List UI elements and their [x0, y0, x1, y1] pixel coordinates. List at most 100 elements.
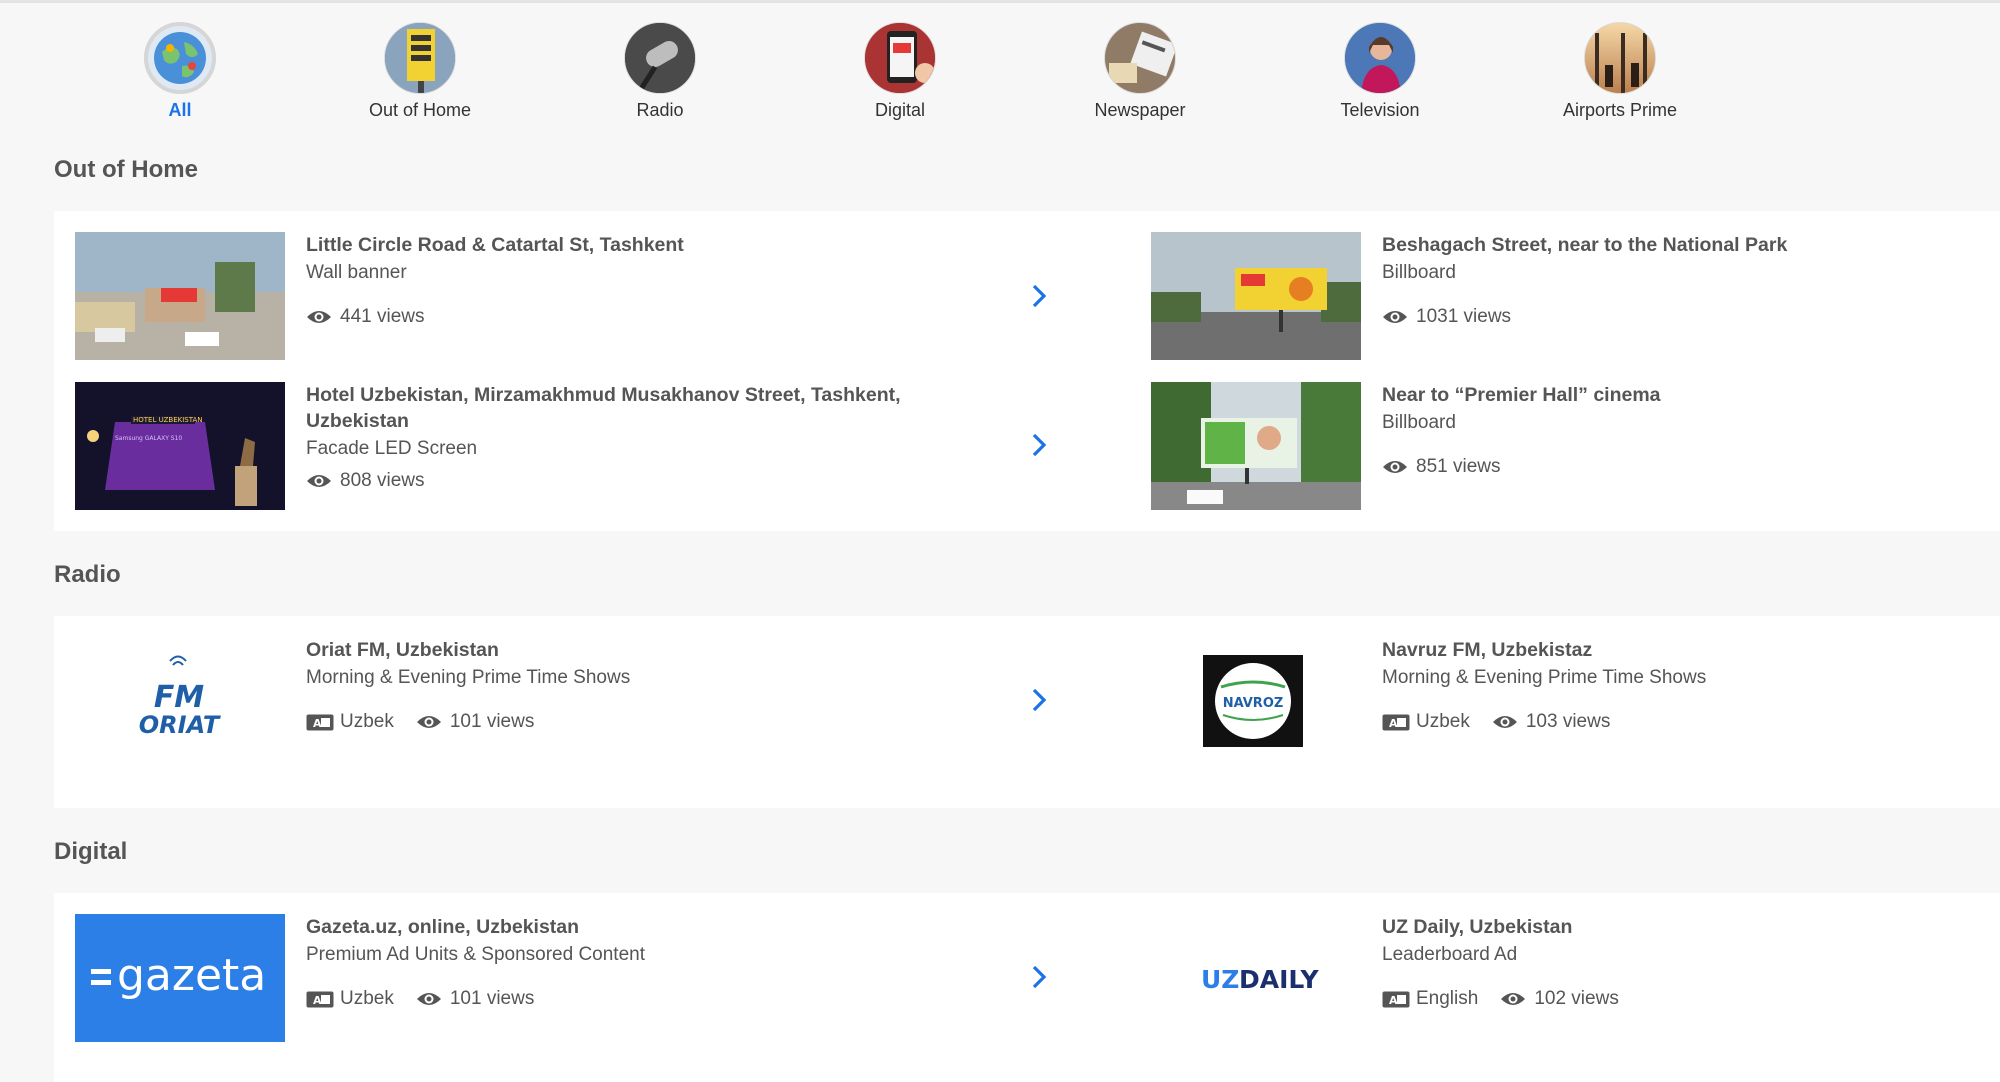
views-count: 101 views [416, 711, 535, 733]
language-icon: A [1382, 714, 1410, 730]
views-count: 103 views [1492, 711, 1611, 733]
listing-title-line2: Uzbekistan [306, 410, 409, 432]
hotel-sign-text: HOTEL UZBEKISTAN [133, 416, 202, 424]
listing-info: Oriat FM, Uzbekistan Morning & Evening P… [306, 637, 926, 733]
listing-info: Beshagach Street, near to the National P… [1382, 232, 2000, 328]
category-label: Airports Prime [1562, 100, 1678, 120]
listing-title[interactable]: Gazeta.uz, online, Uzbekistan [306, 914, 926, 940]
views-label: 101 views [449, 711, 535, 732]
listing-meta: A Uzbek 101 views [306, 711, 926, 733]
category-digital[interactable]: Digital [820, 22, 980, 122]
category-nav: All Out of Home Radio Digital Newspaper … [100, 22, 1700, 122]
section-title-digital: Digital [54, 838, 128, 865]
oriat-fm-logo: FM ORIAT [75, 637, 285, 765]
svg-text:A: A [313, 717, 322, 730]
svg-text:A: A [1389, 994, 1398, 1007]
listing-meta: 851 views [1382, 456, 2000, 478]
listing-title[interactable]: Navruz FM, Uzbekistaz [1382, 637, 2000, 663]
listing-info: Navruz FM, Uzbekistaz Morning & Evening … [1382, 637, 2000, 733]
logo-uz-text: UZ [1201, 965, 1239, 994]
svg-text:A: A [313, 994, 322, 1007]
screen-ad-text: Samsung GALAXY S10 [115, 435, 182, 442]
category-label: Newspaper [1094, 100, 1186, 120]
smartphone-photo [864, 22, 936, 94]
category-out-of-home[interactable]: Out of Home [340, 22, 500, 122]
views-count: 441 views [306, 306, 425, 328]
views-count: 808 views [306, 470, 425, 492]
language-badge: A English [1382, 988, 1478, 1010]
listing-type: Morning & Evening Prime Time Shows [306, 667, 631, 688]
listing-title[interactable]: Hotel Uzbekistan, Mirzamakhmud Musakhano… [306, 382, 926, 408]
section-title-radio: Radio [54, 561, 121, 588]
listing-meta: 808 views [306, 470, 926, 492]
views-count: 1031 views [1382, 306, 1511, 328]
chevron-right-icon[interactable] [1029, 687, 1049, 713]
listing-info: UZ Daily, Uzbekistan Leaderboard Ad A En… [1382, 914, 2000, 1010]
language-badge: A Uzbek [306, 711, 394, 733]
eye-icon [1383, 311, 1407, 323]
chevron-right-icon[interactable] [1029, 964, 1049, 990]
eye-icon [416, 716, 441, 728]
eye-icon [416, 993, 441, 1005]
listing-info: Near to “Premier Hall” cinema Billboard … [1382, 382, 2000, 478]
category-television[interactable]: Television [1300, 22, 1460, 122]
language-badge: A Uzbek [306, 988, 394, 1010]
category-label: Digital [874, 100, 926, 120]
digital-panel: gazeta Gazeta.uz, online, Uzbekistan Pre… [54, 893, 2000, 1082]
listing-title[interactable]: Little Circle Road & Catartal St, Tashke… [306, 232, 926, 258]
listing-title[interactable]: Oriat FM, Uzbekistan [306, 637, 926, 663]
section-title-out-of-home: Out of Home [54, 156, 198, 183]
globe-icon [144, 22, 216, 94]
language-label: English [1416, 988, 1479, 1009]
listing-meta: 1031 views [1382, 306, 2000, 328]
chevron-right-icon[interactable] [1029, 432, 1049, 458]
listing-title[interactable]: UZ Daily, Uzbekistan [1382, 914, 2000, 940]
language-icon: A [1382, 991, 1410, 1007]
logo-fm-text: FM [154, 680, 204, 715]
category-airports-prime[interactable]: Airports Prime [1540, 22, 1700, 122]
uz-daily-logo: UZ DAILY [1151, 914, 1361, 1042]
eye-icon [1383, 461, 1407, 473]
tv-presenter-photo [1344, 22, 1416, 94]
navruz-fm-logo: NAVROZ [1151, 637, 1361, 765]
views-label: 851 views [1416, 456, 1501, 477]
chevron-right-icon[interactable] [1029, 283, 1049, 309]
listing-title[interactable]: Beshagach Street, near to the National P… [1382, 232, 2000, 258]
views-label: 103 views [1525, 711, 1611, 732]
listing-meta: A Uzbek 103 views [1382, 711, 2000, 733]
views-count: 101 views [416, 988, 534, 1010]
views-label: 1031 views [1416, 306, 1512, 327]
newspaper-photo [1104, 22, 1176, 94]
svg-text:A: A [1389, 717, 1398, 730]
category-label: Television [1340, 100, 1420, 120]
eye-icon [307, 311, 331, 323]
listing-title[interactable]: Near to “Premier Hall” cinema [1382, 382, 2000, 408]
listing-photo: HOTEL UZBEKISTAN Samsung GALAXY S10 [75, 382, 285, 510]
category-label: All [168, 100, 192, 120]
category-radio[interactable]: Radio [580, 22, 740, 122]
listing-type: Billboard [1382, 262, 1456, 283]
category-newspaper[interactable]: Newspaper [1060, 22, 1220, 122]
language-label: Uzbek [340, 711, 394, 732]
listing-type: Billboard [1382, 412, 1456, 433]
category-label: Out of Home [368, 100, 472, 120]
category-all[interactable]: All [100, 22, 260, 122]
listing-meta: A English 102 views [1382, 988, 2000, 1010]
language-label: Uzbek [1416, 711, 1470, 732]
gazeta-logo: gazeta [75, 914, 285, 1042]
billboard-photo [384, 22, 456, 94]
views-count: 102 views [1500, 988, 1619, 1010]
views-label: 102 views [1534, 988, 1619, 1009]
category-label: Radio [636, 100, 684, 120]
logo-gazeta-text: gazeta [117, 950, 266, 1001]
listing-type: Morning & Evening Prime Time Shows [1382, 667, 1707, 688]
listing-info: Gazeta.uz, online, Uzbekistan Premium Ad… [306, 914, 926, 1010]
language-icon: A [306, 991, 334, 1007]
language-badge: A Uzbek [1382, 711, 1470, 733]
views-count: 851 views [1382, 456, 1501, 478]
language-label: Uzbek [340, 988, 394, 1009]
listing-type: Leaderboard Ad [1382, 944, 1518, 965]
logo-oriat-text: ORIAT [139, 711, 221, 739]
microphone-photo [624, 22, 696, 94]
listing-photo [1151, 232, 1361, 360]
